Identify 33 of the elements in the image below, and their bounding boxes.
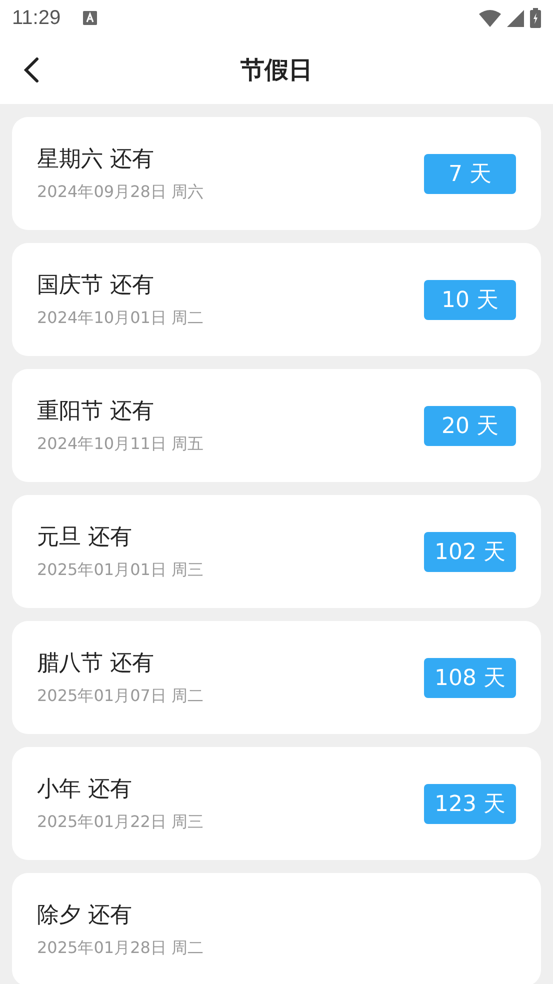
holiday-name: 腊八节 还有 <box>37 650 155 678</box>
holiday-name: 国庆节 还有 <box>37 272 155 300</box>
holiday-name: 小年 还有 <box>37 776 133 804</box>
wifi-icon <box>479 10 501 26</box>
holiday-date: 2024年10月11日 周五 <box>37 434 204 455</box>
holiday-card[interactable]: 星期六 还有 2024年09月28日 周六 7 天 <box>12 117 541 230</box>
days-remaining: 10 天 <box>424 280 516 320</box>
holiday-date: 2025年01月22日 周三 <box>37 812 204 833</box>
holiday-name: 除夕 还有 <box>37 902 133 930</box>
status-time: 11:29 <box>12 6 61 30</box>
holiday-date: 2024年10月01日 周二 <box>37 308 204 329</box>
days-remaining: 102 天 <box>424 532 516 572</box>
holiday-date: 2025年01月28日 周二 <box>37 938 204 959</box>
holiday-card[interactable]: 元旦 还有 2025年01月01日 周三 102 天 <box>12 495 541 608</box>
days-remaining: 7 天 <box>424 154 516 194</box>
days-remaining: 20 天 <box>424 406 516 446</box>
battery-icon <box>530 8 541 28</box>
holiday-card[interactable]: 重阳节 还有 2024年10月11日 周五 20 天 <box>12 369 541 482</box>
signal-icon <box>507 10 524 26</box>
holiday-date: 2024年09月28日 周六 <box>37 182 204 203</box>
holiday-card[interactable]: 国庆节 还有 2024年10月01日 周二 10 天 <box>12 243 541 356</box>
holiday-date: 2025年01月01日 周三 <box>37 560 204 581</box>
holiday-name: 重阳节 还有 <box>37 398 155 426</box>
keyboard-icon <box>82 11 97 25</box>
days-remaining: 108 天 <box>424 658 516 698</box>
holiday-card[interactable]: 小年 还有 2025年01月22日 周三 123 天 <box>12 747 541 860</box>
holiday-name: 星期六 还有 <box>37 146 155 174</box>
holiday-name: 元旦 还有 <box>37 524 133 552</box>
holiday-card[interactable]: 腊八节 还有 2025年01月07日 周二 108 天 <box>12 621 541 734</box>
holiday-card[interactable]: 除夕 还有 2025年01月28日 周二 <box>12 873 541 984</box>
holiday-date: 2025年01月07日 周二 <box>37 686 204 707</box>
page-title: 节假日 <box>240 55 312 86</box>
days-remaining: 123 天 <box>424 784 516 824</box>
